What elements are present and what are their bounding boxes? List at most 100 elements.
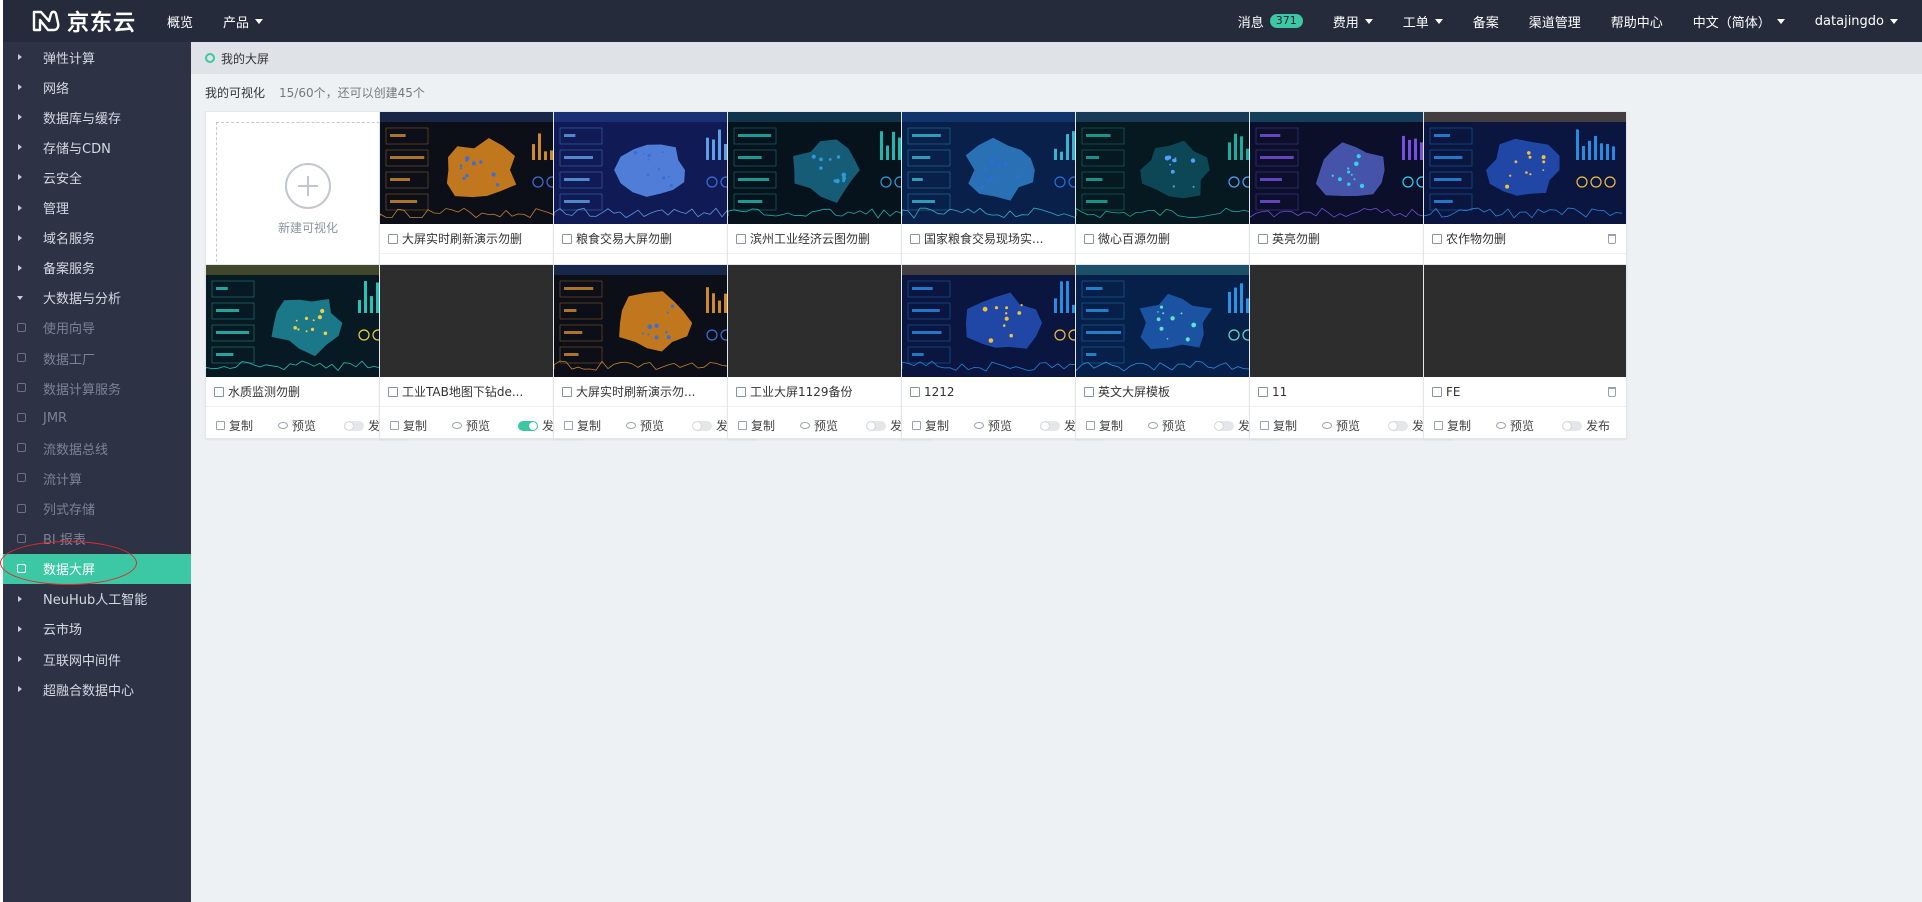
edit-icon[interactable] — [1432, 233, 1442, 244]
trash-icon[interactable] — [1608, 387, 1616, 397]
sidebar-item[interactable]: 列式存储 — [3, 494, 191, 524]
edit-icon[interactable] — [1084, 386, 1094, 397]
copy-button[interactable]: 复制 — [564, 417, 601, 434]
dashboard-thumbnail[interactable] — [554, 265, 756, 377]
caret-right-icon — [18, 656, 22, 662]
dashboard-thumbnail[interactable] — [1250, 265, 1452, 377]
dashboard-thumbnail[interactable] — [902, 265, 1104, 377]
dashboard-thumbnail[interactable] — [554, 112, 756, 224]
nav-help[interactable]: 帮助中心 — [1611, 12, 1663, 31]
preview-button[interactable]: 预览 — [626, 417, 664, 434]
sidebar-item[interactable]: 使用向导 — [3, 313, 191, 343]
sidebar-item[interactable]: 云安全 — [3, 162, 191, 192]
edit-icon[interactable] — [388, 233, 398, 244]
copy-button[interactable]: 复制 — [390, 417, 427, 434]
sidebar-item[interactable]: 数据计算服务 — [3, 373, 191, 403]
publish-switch[interactable] — [866, 420, 886, 431]
nav-overview[interactable]: 概览 — [167, 12, 193, 31]
trash-icon[interactable] — [1608, 234, 1616, 244]
preview-button[interactable]: 预览 — [1496, 417, 1534, 434]
edit-icon[interactable] — [562, 233, 572, 244]
dashboard-thumbnail[interactable] — [728, 112, 930, 224]
sidebar-item[interactable]: JMR — [3, 403, 191, 433]
sidebar-item[interactable]: 弹性计算 — [3, 42, 191, 72]
preview-button[interactable]: 预览 — [800, 417, 838, 434]
sidebar-item[interactable]: 数据工厂 — [3, 343, 191, 373]
sidebar-item[interactable]: 超融合数据中心 — [3, 674, 191, 704]
sidebar-item[interactable]: 云市场 — [3, 614, 191, 644]
edit-icon[interactable] — [388, 386, 398, 397]
publish-switch[interactable] — [1388, 420, 1408, 431]
card-action-row: 复制预览发布 — [728, 407, 930, 439]
preview-button[interactable]: 预览 — [278, 417, 316, 434]
chevron-down-icon — [255, 18, 264, 24]
edit-icon[interactable] — [736, 233, 746, 244]
nav-billing[interactable]: 费用 — [1333, 12, 1373, 31]
edit-icon[interactable] — [214, 386, 224, 397]
dashboard-thumbnail[interactable] — [728, 265, 930, 377]
sidebar-item[interactable]: 数据库与缓存 — [3, 102, 191, 132]
edit-icon[interactable] — [1432, 386, 1442, 397]
preview-button[interactable]: 预览 — [452, 417, 490, 434]
dashboard-card[interactable]: 农作物勿删复制预览发布 — [1423, 111, 1627, 286]
copy-button[interactable]: 复制 — [738, 417, 775, 434]
dashboard-thumbnail[interactable] — [206, 265, 408, 377]
preview-button[interactable]: 预览 — [1148, 417, 1186, 434]
menu-item-icon — [17, 413, 26, 423]
nav-user[interactable]: datajingdo — [1815, 14, 1898, 29]
copy-button[interactable]: 复制 — [216, 417, 253, 434]
new-visualization-dropzone[interactable]: 新建可视化 — [216, 122, 400, 277]
sidebar-item[interactable]: NeuHub人工智能 — [3, 584, 191, 614]
sidebar-item[interactable]: 存储与CDN — [3, 132, 191, 162]
dashboard-thumbnail[interactable] — [1424, 265, 1626, 377]
edit-icon[interactable] — [910, 386, 920, 397]
nav-products[interactable]: 产品 — [223, 12, 264, 31]
sidebar-item[interactable]: 流计算 — [3, 463, 191, 493]
nav-language[interactable]: 中文（简体） — [1693, 12, 1785, 31]
edit-icon[interactable] — [1258, 233, 1268, 244]
copy-button[interactable]: 复制 — [1086, 417, 1123, 434]
edit-icon[interactable] — [1258, 386, 1268, 397]
dashboard-card[interactable]: FE 复制 预览 发布 — [1423, 264, 1627, 439]
sidebar-item[interactable]: BI 报表 — [3, 524, 191, 554]
dashboard-thumbnail[interactable] — [1076, 112, 1278, 224]
preview-button[interactable]: 预览 — [974, 417, 1012, 434]
publish-switch[interactable] — [1562, 420, 1582, 431]
sidebar-item[interactable]: 管理 — [3, 193, 191, 223]
dashboard-name[interactable]: 农作物勿删 — [1446, 230, 1626, 247]
nav-channel[interactable]: 渠道管理 — [1529, 12, 1581, 31]
preview-button[interactable]: 预览 — [1322, 417, 1360, 434]
logo[interactable]: 京东云 — [31, 6, 136, 36]
copy-button[interactable]: 复制 — [912, 417, 949, 434]
sidebar-item[interactable]: 互联网中间件 — [3, 644, 191, 674]
card-title-row: 大屏实时刷新演示勿... — [554, 377, 756, 407]
publish-toggle[interactable]: 发布 — [1562, 417, 1610, 434]
dashboard-thumbnail[interactable] — [380, 112, 582, 224]
dashboard-thumbnail[interactable] — [1424, 112, 1626, 224]
edit-icon[interactable] — [736, 386, 746, 397]
publish-switch[interactable] — [1214, 420, 1234, 431]
sidebar-item[interactable]: 大数据与分析 — [3, 283, 191, 313]
sidebar-item[interactable]: 域名服务 — [3, 223, 191, 253]
dashboard-name[interactable]: FE — [1446, 385, 1626, 399]
publish-switch[interactable] — [344, 420, 364, 431]
dashboard-thumbnail[interactable] — [1250, 112, 1452, 224]
dashboard-thumbnail[interactable] — [902, 112, 1104, 224]
sidebar-item[interactable]: 备案服务 — [3, 253, 191, 283]
edit-icon[interactable] — [562, 386, 572, 397]
sidebar-item[interactable]: 数据大屏 — [3, 553, 191, 584]
dashboard-thumbnail[interactable] — [380, 265, 582, 377]
publish-switch[interactable] — [692, 420, 712, 431]
sidebar-item[interactable]: 网络 — [3, 72, 191, 102]
publish-switch[interactable] — [1040, 420, 1060, 431]
edit-icon[interactable] — [1084, 233, 1094, 244]
sidebar-item[interactable]: 流数据总线 — [3, 433, 191, 463]
dashboard-thumbnail[interactable] — [1076, 265, 1278, 377]
copy-button[interactable]: 复制 — [1434, 417, 1471, 434]
copy-button[interactable]: 复制 — [1260, 417, 1297, 434]
edit-icon[interactable] — [910, 233, 920, 244]
publish-switch[interactable] — [518, 420, 538, 431]
nav-messages[interactable]: 消息 371 — [1238, 12, 1303, 31]
nav-filing[interactable]: 备案 — [1473, 12, 1499, 31]
nav-tickets[interactable]: 工单 — [1403, 12, 1443, 31]
